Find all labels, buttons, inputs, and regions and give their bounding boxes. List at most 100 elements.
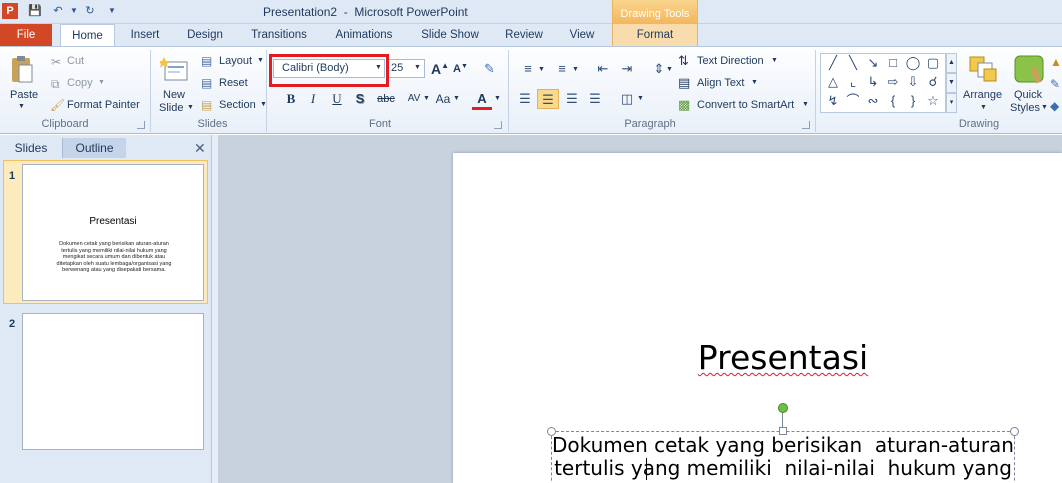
shrink-font-icon[interactable]: A▼ [453, 63, 468, 75]
triangle-shape-icon[interactable]: △ [823, 73, 843, 91]
format-painter-button[interactable]: Format Painter [67, 99, 140, 111]
copy-button[interactable]: Copy [67, 77, 93, 89]
curve-shape-icon[interactable]: ↯ [823, 92, 843, 110]
text-direction-button[interactable]: Text Direction [697, 55, 764, 67]
elbow-arrow-icon[interactable]: ↳ [863, 73, 883, 91]
freeform-shape-icon[interactable]: ∾ [863, 92, 883, 110]
slide-body-line[interactable]: Dokumen cetak yang berisikan aturan-atur… [551, 433, 1015, 457]
undo-dropdown-icon[interactable]: ▼ [66, 3, 82, 19]
quick-styles-label-1[interactable]: Quick [1014, 89, 1042, 101]
right-arrow-shape-icon[interactable]: ⇨ [883, 73, 903, 91]
tab-animations[interactable]: Animations [326, 24, 402, 46]
font-color-dropdown-icon[interactable]: ▼ [494, 95, 501, 102]
quick-styles-label-2[interactable]: Styles [1010, 102, 1040, 114]
redo-icon[interactable]: ↻ [82, 3, 98, 19]
tab-view[interactable]: View [560, 24, 604, 46]
columns-icon[interactable]: ◫ [616, 89, 638, 109]
change-case-dropdown-icon[interactable]: ▼ [453, 95, 460, 102]
clipboard-launcher-icon[interactable] [137, 121, 145, 129]
new-slide-label-1[interactable]: New [163, 89, 185, 101]
undo-icon[interactable]: ↶ [50, 3, 66, 19]
slide-body-line[interactable]: tertulis yang memiliki nilai-nilai hukum… [551, 456, 1015, 480]
align-center-icon[interactable]: ☰ [537, 89, 559, 109]
align-right-icon[interactable]: ☰ [561, 89, 583, 109]
left-brace-shape-icon[interactable]: { [883, 92, 903, 110]
tab-file[interactable]: File [0, 24, 52, 46]
shapes-scroll-down-icon[interactable]: ▼ [946, 73, 957, 93]
reset-button[interactable]: Reset [219, 77, 248, 89]
save-icon[interactable]: 💾 [27, 3, 43, 19]
shape-fill-icon[interactable]: ▲ [1050, 55, 1062, 69]
slide-thumbnail-2[interactable] [22, 313, 204, 450]
customize-toolbar-icon[interactable]: ▼ [104, 3, 120, 19]
new-slide-dropdown-icon[interactable]: ▼ [187, 104, 194, 111]
callout-shape-icon[interactable]: ☌ [923, 73, 943, 91]
strikethrough-icon[interactable]: abc [374, 90, 398, 108]
line-spacing-dropdown-icon[interactable]: ▼ [666, 66, 673, 73]
underline-icon[interactable]: U [327, 90, 347, 108]
text-direction-dropdown-icon[interactable]: ▼ [771, 57, 778, 64]
down-arrow-shape-icon[interactable]: ⇩ [903, 73, 923, 91]
align-text-dropdown-icon[interactable]: ▼ [751, 79, 758, 86]
font-size-dropdown-icon[interactable]: ▼ [414, 64, 421, 71]
tab-format[interactable]: Format [620, 24, 690, 46]
tab-design[interactable]: Design [179, 24, 231, 46]
paste-button[interactable]: Paste [10, 89, 38, 101]
convert-smartart-button[interactable]: Convert to SmartArt [697, 99, 794, 111]
justify-icon[interactable]: ☰ [584, 89, 606, 109]
arrow-shape-icon[interactable]: ↘ [863, 54, 883, 72]
font-color-icon[interactable]: A [472, 90, 492, 110]
tab-slide-show[interactable]: Slide Show [412, 24, 488, 46]
clear-formatting-icon[interactable]: ✎ [484, 61, 495, 77]
align-left-icon[interactable]: ☰ [514, 89, 536, 109]
font-launcher-icon[interactable] [494, 121, 502, 129]
shapes-scroll-up-icon[interactable]: ▲ [946, 53, 957, 73]
paragraph-launcher-icon[interactable] [802, 121, 810, 129]
slide-title[interactable]: Presentasi [453, 338, 1062, 377]
grow-font-icon[interactable]: A▲ [431, 61, 449, 77]
columns-dropdown-icon[interactable]: ▼ [637, 95, 644, 102]
align-text-button[interactable]: Align Text [697, 77, 745, 89]
tab-insert[interactable]: Insert [122, 24, 168, 46]
new-slide-label-2[interactable]: Slide [159, 102, 183, 114]
new-slide-icon[interactable] [158, 56, 190, 86]
italic-icon[interactable]: I [303, 90, 323, 108]
bold-icon[interactable]: B [281, 90, 301, 108]
tab-home[interactable]: Home [60, 24, 115, 47]
shape-effects-icon[interactable]: ◆ [1050, 99, 1059, 113]
right-brace-shape-icon[interactable]: } [903, 92, 923, 110]
shadow-icon[interactable]: S [350, 90, 370, 108]
character-spacing-icon[interactable]: AV [403, 90, 425, 108]
arrange-dropdown-icon[interactable]: ▼ [980, 104, 987, 111]
rotation-handle-icon[interactable] [778, 403, 788, 413]
elbow-connector-icon[interactable]: ⌞ [843, 73, 863, 91]
slide-thumbnail-1[interactable]: Presentasi Dokumen cetak yang berisikan … [22, 164, 204, 301]
shapes-gallery[interactable]: ╱ ╲ ↘ □ ◯ ▢ △ ⌞ ↳ ⇨ ⇩ ☌ ↯ ⌒ ∾ { } ☆ [820, 53, 946, 113]
star-shape-icon[interactable]: ☆ [923, 92, 943, 110]
section-button[interactable]: Section [219, 99, 256, 111]
oval-shape-icon[interactable]: ◯ [903, 54, 923, 72]
close-panel-icon[interactable]: ✕ [194, 140, 206, 156]
shapes-more-icon[interactable]: ▾ [946, 93, 957, 113]
paste-icon[interactable] [10, 54, 34, 86]
cut-button[interactable]: Cut [67, 55, 84, 67]
line-shape-icon[interactable]: ╱ [823, 54, 843, 72]
shape-outline-icon[interactable]: ✎ [1050, 77, 1060, 91]
numbering-dropdown-icon[interactable]: ▼ [572, 66, 579, 73]
convert-smartart-dropdown-icon[interactable]: ▼ [802, 101, 809, 108]
tab-outline-panel[interactable]: Outline [62, 138, 126, 158]
increase-indent-icon[interactable]: ⇥ [613, 59, 641, 79]
tab-transitions[interactable]: Transitions [243, 24, 315, 46]
rectangle-shape-icon[interactable]: □ [883, 54, 903, 72]
layout-button[interactable]: Layout [219, 55, 252, 67]
layout-dropdown-icon[interactable]: ▼ [257, 57, 264, 64]
app-logo-icon[interactable]: P [2, 3, 18, 19]
rounded-rect-shape-icon[interactable]: ▢ [923, 54, 943, 72]
copy-dropdown-icon[interactable]: ▼ [98, 79, 105, 86]
bullets-dropdown-icon[interactable]: ▼ [538, 66, 545, 73]
tab-review[interactable]: Review [497, 24, 551, 46]
line-shape-icon[interactable]: ╲ [843, 54, 863, 72]
arrange-button[interactable]: Arrange [963, 89, 1002, 101]
paste-dropdown-icon[interactable]: ▼ [18, 103, 25, 110]
arc-shape-icon[interactable]: ⌒ [843, 92, 863, 110]
